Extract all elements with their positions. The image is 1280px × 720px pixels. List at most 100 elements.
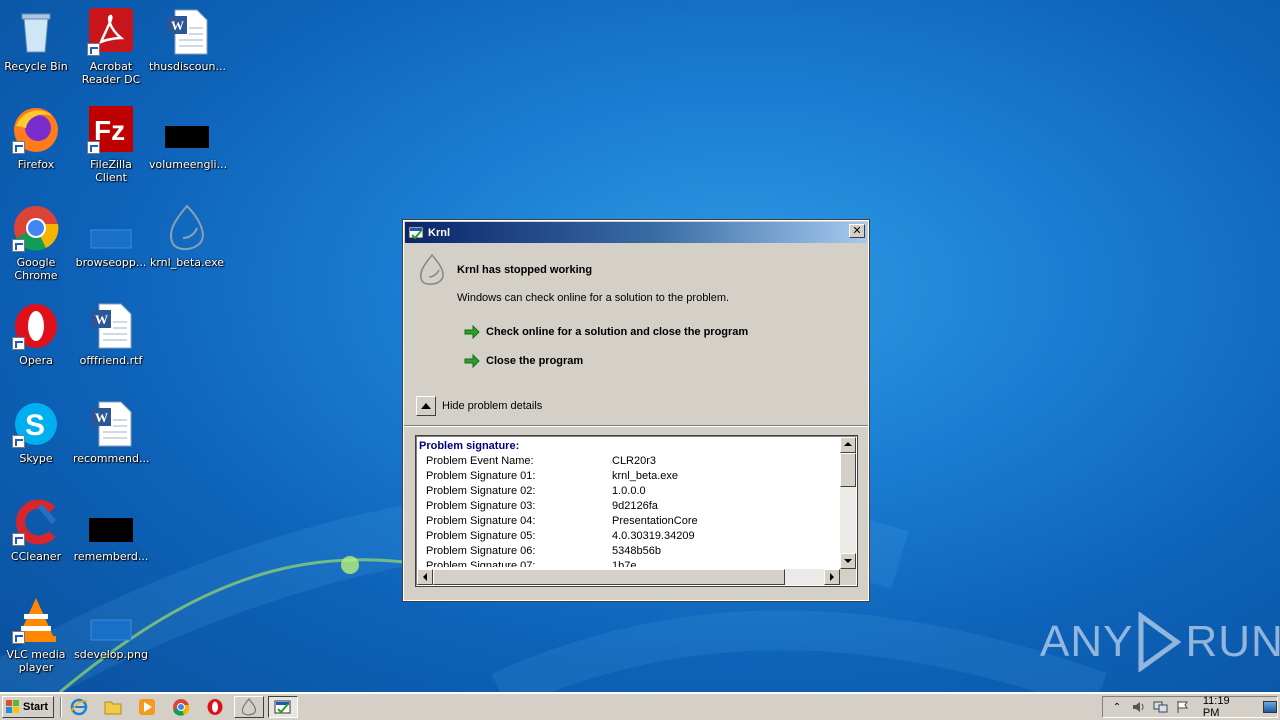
desktop-icon-label: krnl_beta.exe xyxy=(149,256,225,269)
black-thumbnail-icon xyxy=(163,106,211,154)
vertical-scrollbar[interactable] xyxy=(840,437,856,569)
desktop-icon-thusdiscoun[interactable]: W thusdiscoun... xyxy=(149,8,226,73)
problem-signature-title: Problem signature: xyxy=(419,440,520,452)
desktop-icon-recycle-bin[interactable]: Recycle Bin xyxy=(0,8,74,73)
error-reporting-icon xyxy=(408,226,424,239)
signature-key: Problem Signature 05: xyxy=(426,530,536,542)
internet-explorer-icon[interactable] xyxy=(70,698,88,716)
firefox-icon xyxy=(12,106,60,154)
signature-row: Problem Signature 06: 5348b56b xyxy=(418,544,841,559)
opera-icon[interactable] xyxy=(206,698,224,716)
desktop-icon-label: FileZilla Client xyxy=(90,158,132,184)
desktop-icon-skype[interactable]: S Skype xyxy=(0,400,74,465)
desktop-icon-volumeengli[interactable]: volumeengli... xyxy=(149,106,228,171)
close-button[interactable]: ✕ xyxy=(849,224,865,238)
watermark-left: ANY xyxy=(1040,617,1134,666)
desktop-icon-label: VLC media player xyxy=(6,648,66,674)
recycle-bin-icon xyxy=(12,8,60,56)
signature-key: Problem Signature 03: xyxy=(426,500,536,512)
desktop-icon-krnl-beta[interactable]: krnl_beta.exe xyxy=(149,204,225,269)
green-arrow-icon xyxy=(464,325,480,339)
clock[interactable]: 11:19 PM xyxy=(1203,695,1249,719)
signature-value: 9d2126fa xyxy=(612,500,658,512)
dialog-titlebar[interactable]: Krnl ✕ xyxy=(405,222,867,243)
chevron-up-icon[interactable]: ⌃ xyxy=(1109,699,1125,715)
desktop-icon-sdevelop[interactable]: sdevelop.png xyxy=(73,596,149,661)
desktop-icon-label: sdevelop.png xyxy=(74,648,148,661)
scroll-down-button[interactable] xyxy=(840,553,856,569)
folder-icon[interactable] xyxy=(104,698,122,716)
signature-value: 5348b56b xyxy=(612,545,661,557)
dialog-subtext: Windows can check online for a solution … xyxy=(457,292,730,304)
dialog-title: Krnl xyxy=(428,226,450,239)
desktop-icon-label: thusdiscoun... xyxy=(149,60,226,73)
desktop-icon-browseopp[interactable]: browseopp... xyxy=(73,204,149,269)
desktop-icon-label: Acrobat Reader DC xyxy=(81,60,141,86)
signature-row: Problem Event Name: CLR20r3 xyxy=(418,454,841,469)
close-program-label: Close the program xyxy=(486,355,584,367)
start-label: Start xyxy=(23,701,49,713)
signature-row: Problem Signature 05: 4.0.30319.34209 xyxy=(418,529,841,544)
hide-details-toggle[interactable]: Hide problem details xyxy=(416,396,542,416)
scroll-up-button[interactable] xyxy=(840,437,856,453)
desktop-icon-firefox[interactable]: Firefox xyxy=(0,106,74,171)
problem-details-content: Problem signature: Problem Event Name: CL… xyxy=(418,439,841,567)
desktop-icon-offfriend[interactable]: W offfriend.rtf xyxy=(73,302,149,367)
desktop-icon-label: Firefox xyxy=(17,158,55,171)
chrome-icon[interactable] xyxy=(172,698,190,716)
problem-details-box[interactable]: Problem signature: Problem Event Name: CL… xyxy=(415,435,858,587)
start-button[interactable]: Start xyxy=(2,696,54,718)
signature-row: Problem Signature 03: 9d2126fa xyxy=(418,499,841,514)
desktop-icon-label: volumeengli... xyxy=(149,158,228,171)
krnl-task[interactable] xyxy=(234,696,264,718)
flag-icon[interactable] xyxy=(1175,699,1191,715)
vlc-icon xyxy=(12,596,60,644)
network-icon[interactable] xyxy=(1153,699,1169,715)
check-online-action[interactable]: Check online for a solution and close th… xyxy=(464,325,748,339)
desktop-icon-label: browseopp... xyxy=(75,256,147,269)
close-program-action[interactable]: Close the program xyxy=(464,354,583,368)
collapse-icon[interactable] xyxy=(416,396,436,416)
desktop-icon-label: recommend... xyxy=(73,452,150,465)
speaker-icon[interactable] xyxy=(1131,699,1147,715)
opera-icon xyxy=(12,302,60,350)
desktop-icon-label: Recycle Bin xyxy=(4,60,68,73)
krnl-icon xyxy=(163,204,211,252)
svg-text:W: W xyxy=(171,18,184,33)
word-document-icon: W xyxy=(87,400,135,448)
scroll-left-button[interactable] xyxy=(417,569,433,585)
krnl-icon xyxy=(419,254,444,285)
horizontal-scrollbar[interactable] xyxy=(417,569,840,585)
signature-row: Problem Signature 02: 1.0.0.0 xyxy=(418,484,841,499)
desktop-icon-acrobat[interactable]: Acrobat Reader DC xyxy=(73,8,149,86)
show-desktop-button[interactable] xyxy=(1263,701,1277,713)
desktop-icon-vlc[interactable]: VLC media player xyxy=(0,596,74,674)
scroll-right-button[interactable] xyxy=(824,569,840,585)
green-arrow-icon xyxy=(464,354,480,368)
word-document-icon: W xyxy=(163,8,211,56)
filezilla-icon: Fz xyxy=(87,106,135,154)
scroll-corner xyxy=(840,569,856,585)
desktop-icon-opera[interactable]: Opera xyxy=(0,302,74,367)
play-logo-icon xyxy=(1138,612,1182,672)
blank-file-icon xyxy=(87,596,135,644)
signature-key: Problem Signature 01: xyxy=(426,470,536,482)
desktop-icon-label: CCleaner xyxy=(10,550,62,563)
desktop-icon-rememberd[interactable]: rememberd... xyxy=(73,498,149,563)
signature-value: PresentationCore xyxy=(612,515,698,527)
signature-row: Problem Signature 07: 1b7e xyxy=(418,559,841,567)
horizontal-scroll-thumb[interactable] xyxy=(433,569,785,585)
signature-key: Problem Event Name: xyxy=(426,455,534,467)
ccleaner-icon xyxy=(12,498,60,546)
chrome-icon xyxy=(12,204,60,252)
desktop-icon-recommend[interactable]: W recommend... xyxy=(73,400,149,465)
signature-row: Problem Signature 04: PresentationCore xyxy=(418,514,841,529)
desktop-icon-filezilla[interactable]: Fz FileZilla Client xyxy=(73,106,149,184)
error-reporting-task[interactable] xyxy=(268,696,298,718)
vertical-scroll-thumb[interactable] xyxy=(840,453,856,487)
desktop-icon-ccleaner[interactable]: CCleaner xyxy=(0,498,74,563)
media-player-icon[interactable] xyxy=(138,698,156,716)
signature-value: 1.0.0.0 xyxy=(612,485,646,497)
desktop-icon-chrome[interactable]: Google Chrome xyxy=(0,204,74,282)
acrobat-icon xyxy=(87,8,135,56)
